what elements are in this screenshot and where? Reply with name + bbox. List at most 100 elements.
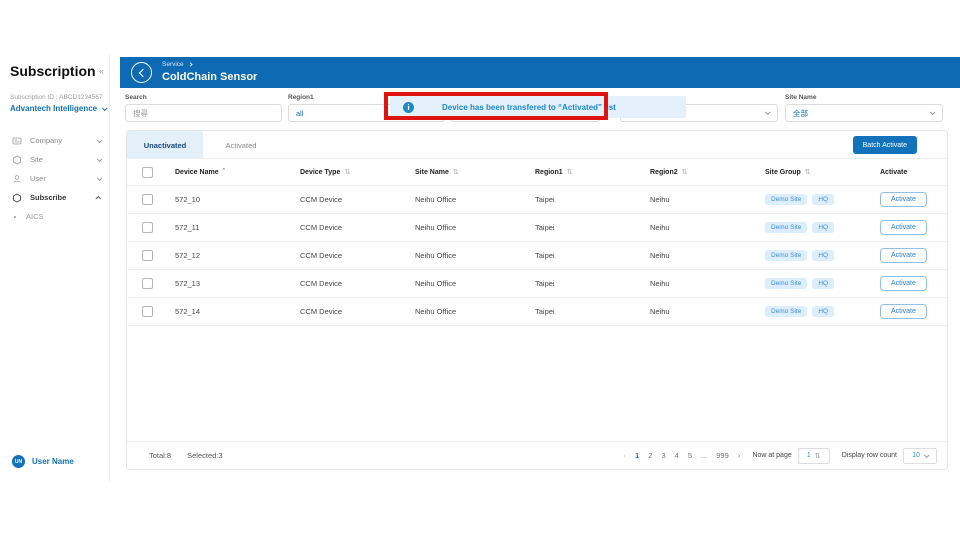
sort-icon[interactable]: ⇅ [453, 168, 459, 176]
row-checkbox[interactable] [142, 250, 153, 261]
sidebar-item-subscribe[interactable]: Subscribe [0, 188, 109, 207]
search-input[interactable] [125, 104, 282, 122]
site-group-badge: HQ [812, 222, 834, 233]
col-region2[interactable]: Region2⇅ [642, 168, 757, 176]
site-group-cell: Demo SiteHQ [757, 222, 872, 233]
back-button[interactable] [131, 62, 152, 83]
chevron-down-icon [97, 156, 103, 162]
prev-page-button[interactable]: ‹ [623, 451, 626, 460]
device-name-cell: 572_11 [167, 223, 292, 232]
breadcrumb-service[interactable]: Service [162, 61, 184, 68]
row-count-select[interactable]: 10 [903, 448, 937, 464]
device-name-cell: 572_10 [167, 195, 292, 204]
region2-cell: Neihu [642, 251, 757, 260]
site-group-cell: Demo SiteHQ [757, 278, 872, 289]
app-header: Service ColdChain Sensor [120, 57, 960, 88]
sidebar-title: Subscription [10, 63, 96, 79]
site-name-label: Site Name [785, 94, 816, 101]
region1-label: Region1 [288, 94, 314, 101]
app-canvas: Subscription « Subscription ID : ABCD123… [0, 0, 960, 540]
sort-icon[interactable]: ⇅ [567, 168, 573, 176]
site-name-select[interactable]: 全部 [785, 104, 943, 122]
pagination: ‹ 1 2 3 4 5 ... 999 › [623, 451, 740, 460]
activate-button[interactable]: Activate [880, 248, 927, 263]
col-device-name[interactable]: Device Nameˆ [167, 169, 292, 176]
row-checkbox[interactable] [142, 222, 153, 233]
sort-icon[interactable]: ⇅ [344, 168, 350, 176]
sort-asc-icon[interactable]: ˆ [223, 169, 225, 176]
total-count: Total:8 [149, 451, 171, 460]
device-type-cell: CCM Device [292, 223, 407, 232]
site-name-cell: Neihu Office [407, 223, 527, 232]
page-button[interactable]: 999 [716, 451, 729, 460]
region1-cell: Taipei [527, 307, 642, 316]
batch-activate-button[interactable]: Batch Activate [853, 136, 917, 154]
page-button[interactable]: 4 [675, 451, 679, 460]
device-type-cell: CCM Device [292, 279, 407, 288]
sidebar-collapse-icon[interactable]: « [99, 66, 104, 76]
region2-cell: Neihu [642, 223, 757, 232]
next-page-button[interactable]: › [738, 451, 741, 460]
site-group-badge: Demo Site [765, 306, 807, 317]
tab-activated[interactable]: Activated [203, 131, 279, 159]
page-button[interactable]: 1 [635, 451, 639, 460]
sidebar-item-user[interactable]: User [0, 169, 109, 188]
site-group-cell: Demo SiteHQ [757, 250, 872, 261]
activate-button[interactable]: Activate [880, 192, 927, 207]
chevron-down-icon [930, 109, 936, 115]
col-device-type[interactable]: Device Type⇅ [292, 168, 407, 176]
sort-icon[interactable]: ⇅ [682, 168, 688, 176]
table-header: Device Nameˆ Device Type⇅ Site Name⇅ Reg… [127, 159, 947, 186]
chevron-down-icon [97, 137, 103, 143]
page-number-stepper[interactable]: 1 ⇅ [798, 448, 830, 464]
page-button[interactable]: 2 [648, 451, 652, 460]
col-site-name[interactable]: Site Name⇅ [407, 168, 527, 176]
subscribe-icon [12, 193, 22, 203]
user-icon [12, 174, 22, 184]
activate-button[interactable]: Activate [880, 304, 927, 319]
page-title: ColdChain Sensor [162, 71, 257, 83]
company-icon [12, 136, 22, 146]
user-profile[interactable]: UN User Name [12, 455, 74, 468]
page-button[interactable]: 5 [688, 451, 692, 460]
device-name-cell: 572_12 [167, 251, 292, 260]
site-name-cell: Neihu Office [407, 279, 527, 288]
region2-cell: Neihu [642, 195, 757, 204]
site-group-badge: HQ [812, 278, 834, 289]
region1-cell: Taipei [527, 279, 642, 288]
device-type-cell: CCM Device [292, 251, 407, 260]
site-group-cell: Demo SiteHQ [757, 306, 872, 317]
site-name-cell: Neihu Office [407, 251, 527, 260]
activate-button[interactable]: Activate [880, 220, 927, 235]
breadcrumb[interactable]: Service [162, 61, 257, 68]
site-name-value: 全部 [793, 108, 930, 119]
tenant-selector[interactable]: Advantech Intelligence [10, 104, 106, 113]
sidebar-subitem-aics[interactable]: AICS [0, 207, 109, 226]
activate-button[interactable]: Activate [880, 276, 927, 291]
col-site-group[interactable]: Site Group⇅ [757, 168, 872, 176]
region2-cell: Neihu [642, 307, 757, 316]
display-row-count-label: Display row count [842, 452, 897, 459]
device-type-cell: CCM Device [292, 307, 407, 316]
avatar: UN [12, 455, 25, 468]
main-panel: Service ColdChain Sensor Search Region1 … [120, 57, 960, 480]
chevron-left-icon [138, 68, 146, 76]
row-checkbox[interactable] [142, 194, 153, 205]
bullet-icon [14, 216, 16, 218]
sidebar-item-company[interactable]: Company [0, 131, 109, 150]
row-checkbox[interactable] [142, 278, 153, 289]
region1-cell: Taipei [527, 251, 642, 260]
sort-icon[interactable]: ⇅ [805, 168, 811, 176]
page-number-value: 1 [807, 452, 811, 459]
region2-cell: Neihu [642, 279, 757, 288]
col-region1[interactable]: Region1⇅ [527, 168, 642, 176]
stepper-arrows-icon[interactable]: ⇅ [815, 452, 821, 460]
search-label: Search [125, 94, 147, 101]
sidebar-subitem-label: AICS [26, 212, 44, 221]
sidebar-item-site[interactable]: Site [0, 150, 109, 169]
row-checkbox[interactable] [142, 306, 153, 317]
page-button[interactable]: 3 [661, 451, 665, 460]
tab-unactivated[interactable]: Unactivated [127, 131, 203, 159]
tab-bar: Unactivated Activated Batch Activate [127, 131, 947, 159]
select-all-checkbox[interactable] [142, 167, 153, 178]
